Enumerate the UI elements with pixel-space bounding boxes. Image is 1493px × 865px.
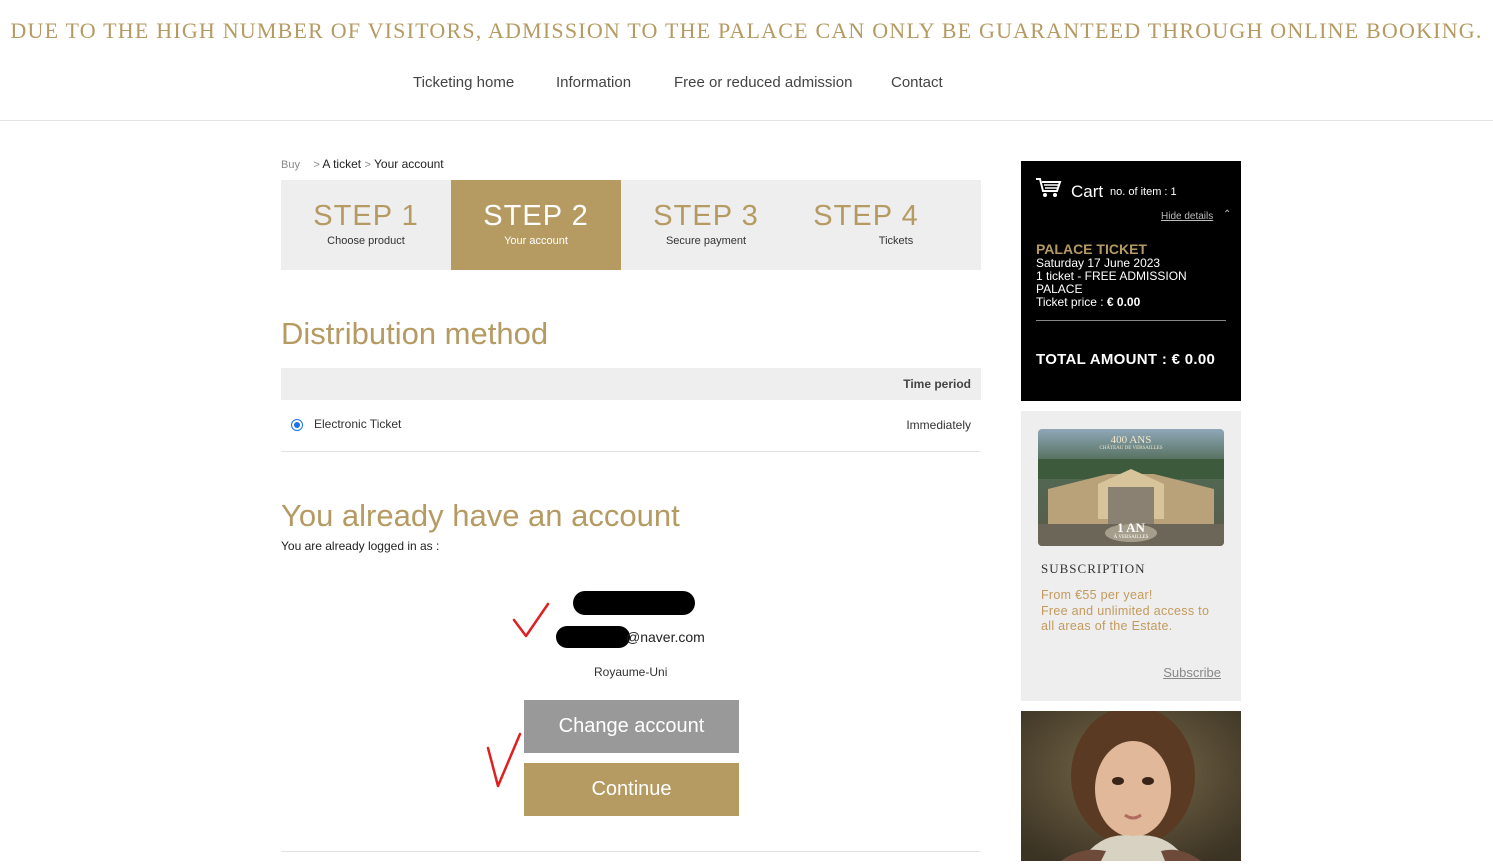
distribution-table-header: Time period: [281, 368, 981, 400]
subscription-price: From €55 per year!: [1041, 588, 1153, 602]
step-4-label: Tickets: [878, 235, 914, 247]
header-divider: [0, 120, 1493, 121]
cart-item-count: no. of item : 1: [1110, 186, 1177, 198]
step-2: STEP 2 Your account: [451, 180, 621, 270]
redacted-email: [556, 626, 630, 648]
breadcrumb-separator: >: [364, 159, 371, 171]
subscription-card: 400 ANS CHÂTEAU DE VERSAILLES 1 AN À VER…: [1021, 411, 1241, 701]
step-3-label: Secure payment: [665, 235, 747, 247]
red-check-mark: [486, 732, 522, 788]
account-email: @naver.com: [626, 629, 705, 645]
shopping-cart-icon: [1036, 178, 1062, 197]
versailles-aerial-image[interactable]: 400 ANS CHÂTEAU DE VERSAILLES 1 AN À VER…: [1038, 429, 1224, 546]
price-label: Ticket price :: [1036, 295, 1107, 309]
breadcrumb-ticket[interactable]: A ticket: [322, 157, 361, 171]
subscription-desc-2: all areas of the Estate.: [1041, 619, 1173, 633]
image-badge: 1 AN: [1117, 520, 1145, 535]
cart-ticket-price: Ticket price : € 0.00: [1036, 296, 1140, 309]
image-caption-top: 400 ANS: [1110, 434, 1152, 446]
nav-contact[interactable]: Contact: [891, 74, 943, 91]
breadcrumb: Buy > A ticket > Your account: [281, 157, 444, 171]
image-caption-sub: CHÂTEAU DE VERSAILLES: [1099, 446, 1163, 451]
step-progress: STEP 1 Choose product STEP 2 Your accoun…: [281, 180, 981, 270]
distribution-option-row[interactable]: Electronic Ticket Immediately: [281, 401, 981, 452]
cart-panel: Cart no. of item : 1 Hide details ⌃ PALA…: [1021, 161, 1241, 401]
breadcrumb-separator: >: [313, 159, 320, 171]
portrait-painting-image[interactable]: [1021, 711, 1241, 861]
distribution-method-title: Distribution method: [281, 316, 549, 351]
hide-details-link[interactable]: Hide details: [1161, 211, 1213, 222]
step-1-number: STEP 1: [313, 200, 419, 232]
subscription-desc-1: Free and unlimited access to: [1041, 604, 1210, 618]
change-account-button[interactable]: Change account: [524, 700, 739, 753]
electronic-ticket-label[interactable]: Electronic Ticket: [314, 417, 401, 431]
step-2-number: STEP 2: [483, 200, 589, 232]
price-value: € 0.00: [1106, 295, 1141, 309]
step-2-label: Your account: [504, 235, 568, 247]
breadcrumb-buy[interactable]: Buy: [281, 159, 300, 171]
step-1: STEP 1 Choose product: [281, 180, 451, 270]
breadcrumb-account: Your account: [374, 157, 444, 171]
admission-banner: DUE TO THE HIGH NUMBER OF VISITORS, ADMI…: [10, 18, 1483, 43]
nav-information[interactable]: Information: [556, 74, 631, 91]
time-period-header: Time period: [903, 377, 971, 391]
cart-product-name: PALACE TICKET: [1036, 241, 1147, 257]
nav-ticketing-home[interactable]: Ticketing home: [413, 74, 514, 91]
logged-in-text: You are already logged in as :: [281, 539, 440, 553]
content-divider: [281, 851, 981, 852]
cart-total: TOTAL AMOUNT : € 0.00: [1036, 351, 1216, 368]
subscription-title: SUBSCRIPTION: [1041, 561, 1146, 576]
nav-free-reduced-admission[interactable]: Free or reduced admission: [674, 74, 852, 91]
electronic-ticket-radio[interactable]: [291, 419, 303, 431]
cart-title: Cart: [1071, 182, 1104, 201]
image-badge-sub: À VERSAILLES: [1113, 535, 1149, 540]
account-country: Royaume-Uni: [594, 665, 668, 679]
cart-divider: [1036, 320, 1226, 321]
redacted-name: [573, 591, 695, 615]
step-4-number: STEP 4: [813, 200, 919, 232]
continue-button[interactable]: Continue: [524, 763, 739, 816]
chevron-up-icon[interactable]: ⌃: [1223, 209, 1231, 220]
step-1-label: Choose product: [327, 235, 405, 247]
electronic-ticket-period: Immediately: [906, 418, 971, 432]
account-title: You already have an account: [281, 498, 680, 533]
step-4: STEP 4 Tickets: [791, 180, 981, 270]
red-check-mark: [512, 602, 550, 638]
subscribe-link[interactable]: Subscribe: [1163, 665, 1221, 680]
